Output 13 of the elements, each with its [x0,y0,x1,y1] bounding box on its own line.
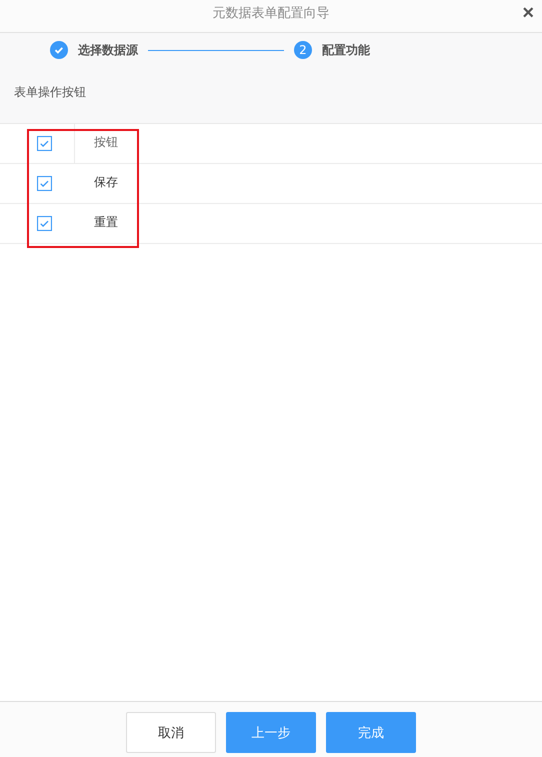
table-cell-text: 重置 [93,214,118,230]
step-label: 选择数据源 [78,42,138,58]
cancel-button[interactable]: 取消 [126,712,216,753]
close-button[interactable]: × [522,4,534,22]
table-cell-text: 保存 [93,174,118,190]
window-title: 元数据表单配置向导 [212,5,330,22]
step-label: 配置功能 [322,42,370,58]
section-label: 表单操作按钮 [13,84,87,101]
column-header: 按钮 [93,134,118,150]
checkbox[interactable] [37,176,52,191]
checkbox[interactable] [37,136,52,151]
step-number: 2 [294,41,312,59]
checkbox[interactable] [37,216,52,231]
